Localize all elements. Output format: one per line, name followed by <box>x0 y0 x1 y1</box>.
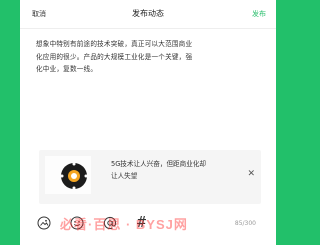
post-text-area[interactable]: 想象中特别有前途的技术突破，真正可以大范围商业 化应用的很少。产品的大规模工业化… <box>36 38 262 76</box>
image-icon[interactable] <box>37 216 51 230</box>
post-text-line: 化中业，复数一线。 <box>36 65 98 73</box>
page-title: 发布动态 <box>132 9 164 18</box>
article-title-line: 让人失望 <box>111 172 138 180</box>
nav-bar: 取消 发布动态 发布 <box>20 0 276 29</box>
publish-button[interactable]: 发布 <box>252 9 266 19</box>
publish-post-screen: 取消 发布动态 发布 想象中特别有前途的技术突破，真正可以大范围商业 化应用的很… <box>20 0 276 245</box>
article-thumbnail <box>45 156 91 194</box>
post-text-line: 化应用的很少。产品的大规模工业化是一个关键，强 <box>36 52 193 61</box>
article-title-line: 5G技术让人兴奋，但距商业化却 <box>111 160 207 168</box>
article-title: 5G技术让人兴奋，但距商业化却 让人失望 <box>111 158 231 182</box>
post-text-line: 想象中特别有前途的技术突破，真正可以大范围商业 <box>36 40 193 48</box>
5g-clock-logo-icon <box>60 162 88 190</box>
watermark: 必看·百思 · BYSJ网 <box>60 217 188 232</box>
char-counter: 85/300 <box>234 220 256 227</box>
shared-article-card[interactable]: 5G技术让人兴奋，但距商业化却 让人失望 ✕ <box>39 150 261 204</box>
close-icon[interactable]: ✕ <box>247 169 255 179</box>
